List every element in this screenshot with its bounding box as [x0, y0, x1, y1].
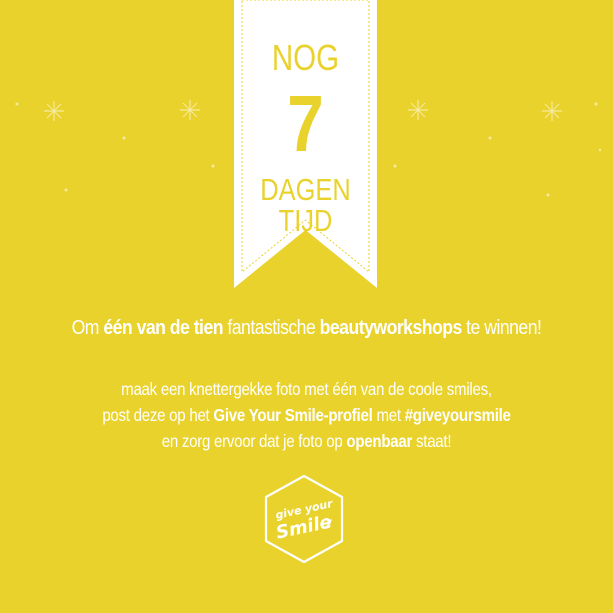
instructions-text: staat! — [412, 431, 452, 451]
headline-text: Om — [71, 316, 104, 339]
dot — [598, 148, 602, 152]
instructions-text: post deze op het — [102, 405, 214, 425]
dot — [393, 164, 397, 168]
dot — [64, 188, 68, 192]
headline-text: fantastische — [222, 316, 320, 339]
instructions-text: maak een knettergekke foto met één van d… — [121, 379, 492, 399]
sparkle-icon — [43, 100, 65, 122]
instructions: maak een knettergekke foto met één van d… — [43, 376, 570, 454]
instructions-line: en zorg ervoor dat je foto op openbaar s… — [43, 428, 570, 454]
sparkle-icon — [179, 99, 201, 121]
headline-text: te winnen! — [461, 316, 542, 339]
profile-name: Give Your Smile-profiel — [213, 405, 373, 425]
dot — [488, 136, 492, 140]
instructions-line: maak een knettergekke foto met één van d… — [43, 376, 570, 402]
sparkle-icon — [407, 99, 429, 121]
hashtag: #giveyoursmile — [404, 405, 511, 425]
instructions-text: en zorg ervoor dat je foto op — [161, 431, 347, 451]
countdown-bottom-text: DAGEN TIJD — [260, 172, 351, 238]
instructions-line: post deze op het Give Your Smile-profiel… — [43, 402, 570, 428]
dot — [546, 193, 550, 197]
headline-bold-text: beautyworkshops — [319, 316, 463, 339]
dot — [211, 164, 215, 168]
instructions-text: met — [372, 405, 405, 425]
instructions-bold-text: openbaar — [346, 431, 413, 451]
headline-bold-text: één van de tien — [103, 316, 223, 339]
countdown-top-text: NOG — [271, 37, 340, 78]
dot — [15, 102, 19, 106]
dot — [122, 136, 126, 140]
dot — [594, 102, 598, 106]
countdown-number: 7 — [287, 79, 324, 168]
headline: Om één van de tien fantastische beautywo… — [43, 316, 570, 340]
sparkle-icon — [541, 100, 563, 122]
